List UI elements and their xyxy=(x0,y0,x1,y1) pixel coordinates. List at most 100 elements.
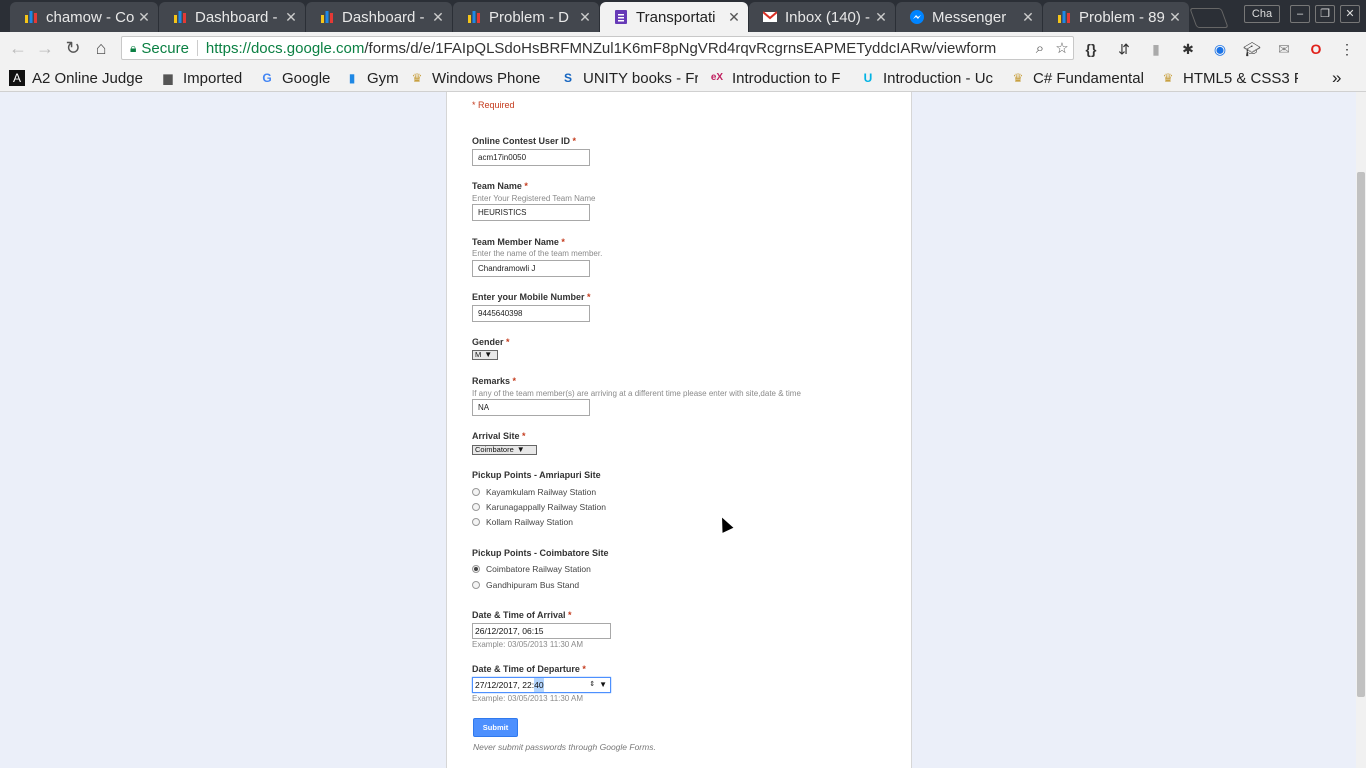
required-star: * xyxy=(568,610,572,620)
bookmark-google[interactable]: G Google xyxy=(259,68,330,88)
radio-option[interactable]: Kayamkulam Railway Station xyxy=(472,487,596,497)
radio-option[interactable]: Coimbatore Railway Station xyxy=(472,564,591,574)
radio-button[interactable] xyxy=(472,581,480,589)
radio-option[interactable]: Kollam Railway Station xyxy=(472,517,573,527)
example-text: Example: 03/05/2013 11:30 AM xyxy=(472,694,584,703)
user-id-input[interactable]: acm17in0050 xyxy=(472,149,590,166)
tab-problem-89[interactable]: Problem - 89 ✕ xyxy=(1043,2,1189,32)
radio-option[interactable]: Karunagappally Railway Station xyxy=(472,502,606,512)
eye-extension-icon[interactable]: ◉ xyxy=(1211,40,1229,58)
tab-title: Problem - 89 xyxy=(1079,8,1165,26)
bookmark-windows-phone[interactable]: ♛ Windows Phone xyxy=(409,68,547,88)
mobile-input[interactable]: 9445640398 xyxy=(472,305,590,322)
radio-button[interactable] xyxy=(472,518,480,526)
opera-extension-icon[interactable]: O xyxy=(1307,40,1325,58)
zoom-icon[interactable]: ⌕ xyxy=(1029,40,1051,57)
gnome-extension-icon[interactable]: ✱ xyxy=(1179,40,1197,58)
question-label: Enter your Mobile Number xyxy=(472,292,585,302)
forward-icon[interactable]: → xyxy=(35,38,55,58)
url-text[interactable]: https://docs.google.com/forms/d/e/1FAIpQ… xyxy=(206,40,1029,57)
maximize-icon[interactable]: ❐ xyxy=(1315,5,1335,23)
bookmark-introduction-edx[interactable]: eX Introduction to F xyxy=(709,68,847,88)
tab-title: chamow - Co xyxy=(46,8,135,26)
mail-extension-icon[interactable]: ✉ xyxy=(1275,40,1293,58)
radio-button[interactable] xyxy=(472,503,480,511)
new-tab-button[interactable] xyxy=(1189,8,1229,28)
scrollbar[interactable] xyxy=(1356,92,1366,768)
reload-icon[interactable]: ↻ xyxy=(63,38,83,58)
bookmark-csharp-fundamental[interactable]: ♛ C# Fundamental xyxy=(1010,68,1148,88)
question-title: Pickup Points - Amriapuri Site xyxy=(472,470,601,480)
tab-problem-d[interactable]: Problem - D ✕ xyxy=(453,2,599,32)
question-title: Team Member Name * xyxy=(472,237,565,247)
required-star: * xyxy=(572,136,577,146)
dropdown-arrow-icon: ▼ xyxy=(484,350,493,359)
close-icon[interactable]: ✕ xyxy=(1020,9,1036,26)
close-icon[interactable]: ✕ xyxy=(577,9,593,26)
required-note: * Required xyxy=(472,100,515,110)
bookmark-label: Google xyxy=(282,69,331,87)
bookmark-star-icon[interactable]: ☆ xyxy=(1051,39,1073,57)
team-name-input[interactable]: HEURISTICS xyxy=(472,204,590,221)
question-label: Date & Time of Arrival xyxy=(472,610,566,620)
submit-button[interactable]: Submit xyxy=(473,718,518,737)
arrival-datetime-input[interactable]: 26/12/2017, 06:15 xyxy=(472,623,611,639)
bookmark-introduction-udacity[interactable]: U Introduction - Uc xyxy=(860,68,998,88)
close-icon[interactable]: ✕ xyxy=(283,9,299,26)
gender-select[interactable]: M ▼ xyxy=(472,350,498,360)
question-label: Date & Time of Departure xyxy=(472,664,580,674)
menu-icon[interactable]: ⋮ xyxy=(1338,40,1356,58)
close-icon[interactable]: ✕ xyxy=(1167,9,1183,26)
graduation-cap-icon[interactable]: 🎓︎ xyxy=(1243,40,1261,58)
page-icon: ♛ xyxy=(411,71,423,85)
required-star: * xyxy=(561,237,565,247)
bookmark-imported[interactable]: ▆ Imported xyxy=(160,68,242,88)
radio-button[interactable] xyxy=(472,488,480,496)
close-icon[interactable]: ✕ xyxy=(873,9,889,26)
member-name-input[interactable]: Chandramowli J xyxy=(472,260,590,277)
dropdown-arrow-icon[interactable]: ▼ xyxy=(599,678,607,692)
tab-dashboard-2[interactable]: Dashboard - ✕ xyxy=(306,2,452,32)
help-text: Enter Your Registered Team Name xyxy=(472,194,596,203)
json-extension-icon[interactable]: {} xyxy=(1082,40,1100,58)
close-icon[interactable]: ✕ xyxy=(430,9,446,26)
back-icon[interactable]: ← xyxy=(8,38,28,58)
remarks-input[interactable]: NA xyxy=(472,399,590,416)
bookmarks-overflow-icon[interactable]: » xyxy=(1332,68,1341,88)
bookmark-label: C# Fundamental xyxy=(1033,69,1144,87)
divider xyxy=(196,40,198,56)
close-icon[interactable]: ✕ xyxy=(136,9,152,26)
tab-messenger[interactable]: Messenger ✕ xyxy=(896,2,1042,32)
page-content: * Required Online Contest User ID * acm1… xyxy=(0,92,1356,768)
tab-dashboard-1[interactable]: Dashboard - ✕ xyxy=(159,2,305,32)
chart-extension-icon[interactable]: ▮ xyxy=(1147,40,1165,58)
arrival-site-select[interactable]: Coimbatore ▼ xyxy=(472,445,537,455)
tab-transportation[interactable]: Transportati ✕ xyxy=(600,2,748,32)
radio-option[interactable]: Gandhipuram Bus Stand xyxy=(472,580,579,590)
bookmark-a2-online-judge[interactable]: A A2 Online Judge xyxy=(9,68,143,88)
required-star: * xyxy=(512,376,517,386)
close-icon[interactable]: ✕ xyxy=(726,9,742,26)
bookmark-gym[interactable]: ▮ Gym xyxy=(344,68,399,88)
translate-extension-icon[interactable]: ⇵ xyxy=(1115,40,1133,58)
question-title: Pickup Points - Coimbatore Site xyxy=(472,548,609,558)
scrollbar-thumb[interactable] xyxy=(1357,172,1365,697)
required-star: * xyxy=(506,337,510,347)
spinner-icon[interactable]: ⇕ xyxy=(589,678,595,692)
window-close-icon[interactable]: ✕ xyxy=(1340,5,1360,23)
profile-button[interactable]: Cha xyxy=(1244,5,1280,23)
address-bar[interactable]: 🔒︎ Secure https://docs.google.com/forms/… xyxy=(121,36,1074,60)
footer-note: Never submit passwords through Google Fo… xyxy=(473,742,656,752)
minimize-icon[interactable]: – xyxy=(1290,5,1310,23)
departure-datetime-input[interactable]: 27/12/2017, 22: 40 ⇕ ▼ xyxy=(472,677,611,693)
form-card: * Required Online Contest User ID * acm1… xyxy=(446,92,912,768)
bookmark-html5-css3[interactable]: ♛ HTML5 & CSS3 Fu xyxy=(1160,68,1298,88)
home-icon[interactable]: ⌂ xyxy=(91,38,111,58)
departure-value: 27/12/2017, 22: xyxy=(475,680,535,690)
tab-inbox[interactable]: Inbox (140) - ✕ xyxy=(749,2,895,32)
folder-icon: ▆ xyxy=(163,71,173,85)
radio-button-selected[interactable] xyxy=(472,565,480,573)
bookmark-label: Imported xyxy=(183,69,243,87)
bookmark-unity-books[interactable]: S UNITY books - Fr xyxy=(560,68,698,88)
tab-chamow[interactable]: chamow - Co ✕ xyxy=(10,2,158,32)
